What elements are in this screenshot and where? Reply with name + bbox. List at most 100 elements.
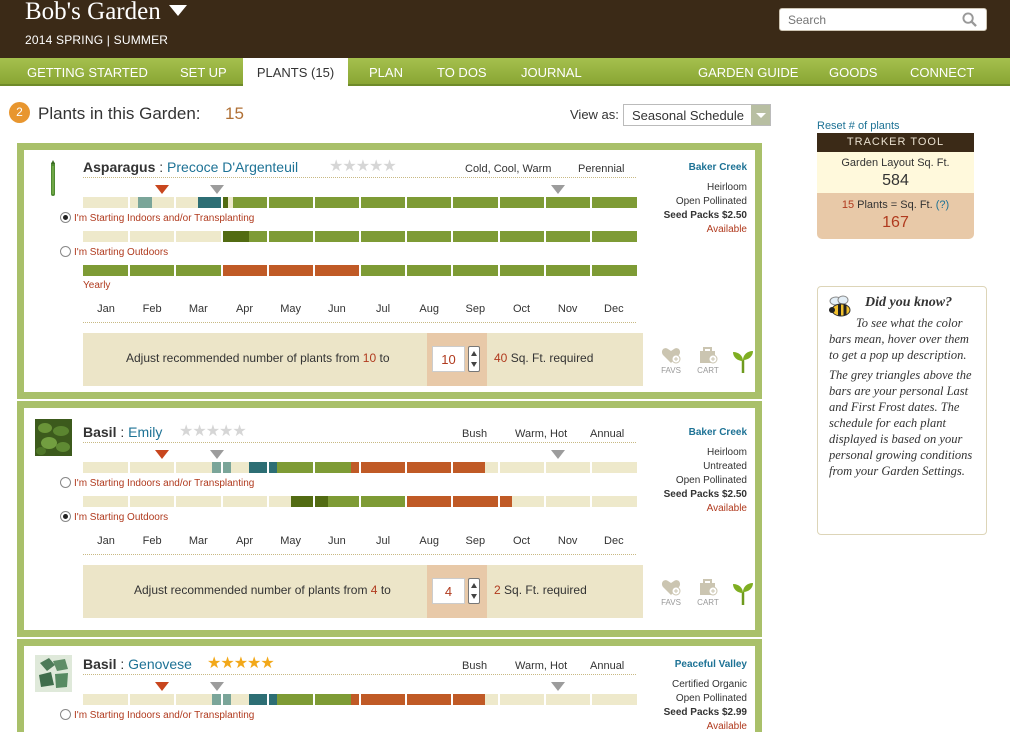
nav-journal[interactable]: JOURNAL bbox=[521, 58, 582, 86]
count-stepper-icon[interactable] bbox=[468, 346, 480, 372]
bar-segment-rust[interactable] bbox=[406, 496, 513, 507]
vendor-link[interactable]: Peaceful Valley bbox=[675, 659, 747, 670]
bar-segment-empty[interactable] bbox=[83, 694, 213, 705]
radio-outdoors[interactable] bbox=[60, 246, 71, 257]
nav-goods[interactable]: GOODS bbox=[829, 58, 877, 86]
bar-segment-dark-teal[interactable] bbox=[249, 694, 277, 705]
plant-count-input[interactable] bbox=[432, 346, 465, 372]
cart-button[interactable]: CART bbox=[695, 578, 721, 607]
bar-segment-dark-olive[interactable] bbox=[290, 496, 328, 507]
reset-plants-link[interactable]: Reset # of plants bbox=[817, 120, 900, 132]
bar-segment-rust[interactable] bbox=[350, 694, 485, 705]
month-gap bbox=[589, 231, 592, 242]
radio-outdoors[interactable] bbox=[60, 511, 71, 522]
plant-variety-link[interactable]: Genovese bbox=[128, 656, 192, 672]
rating-stars[interactable]: ★★★★★ bbox=[207, 656, 275, 672]
bar-segment-olive[interactable] bbox=[249, 231, 637, 242]
bar-segment-empty[interactable] bbox=[484, 462, 637, 473]
schedule-bar-outdoors[interactable] bbox=[83, 265, 637, 276]
nav-connect[interactable]: CONNECT bbox=[910, 58, 974, 86]
plant-variety-link[interactable]: Emily bbox=[128, 424, 162, 440]
bar-segment-empty[interactable] bbox=[83, 462, 213, 473]
bee-icon bbox=[829, 295, 851, 317]
sprout-icon[interactable] bbox=[731, 580, 755, 606]
schedule-bar-indoors[interactable] bbox=[83, 197, 637, 208]
month-gap bbox=[312, 462, 315, 473]
month-gap bbox=[128, 231, 131, 242]
caret-down-icon[interactable] bbox=[168, 5, 187, 16]
bar-segment-olive[interactable] bbox=[233, 197, 637, 208]
month-gap bbox=[451, 496, 454, 507]
bar-segment-olive[interactable] bbox=[327, 496, 407, 507]
search-box[interactable] bbox=[779, 8, 987, 31]
vendor-link[interactable]: Baker Creek bbox=[689, 427, 747, 438]
sprout-icon[interactable] bbox=[731, 348, 755, 374]
bar-segment-light-teal[interactable] bbox=[138, 197, 153, 208]
indoors-option[interactable]: I'm Starting Indoors and/or Transplantin… bbox=[60, 709, 254, 721]
outdoors-option[interactable]: I'm Starting Outdoors bbox=[60, 246, 168, 258]
radio-indoors[interactable] bbox=[60, 477, 71, 488]
divider bbox=[83, 322, 636, 323]
bar-segment-empty[interactable] bbox=[83, 496, 291, 507]
nav-plan[interactable]: PLAN bbox=[369, 58, 403, 86]
bar-segment-rust[interactable] bbox=[221, 265, 360, 276]
month-label: Sep bbox=[465, 303, 486, 315]
bar-segment-empty[interactable] bbox=[484, 694, 637, 705]
bar-segment-dark-teal[interactable] bbox=[198, 197, 222, 208]
schedule-bar-outdoors[interactable] bbox=[83, 496, 637, 507]
bar-segment-rust[interactable] bbox=[350, 462, 485, 473]
favs-button[interactable]: FAVS bbox=[658, 578, 684, 607]
plant-variety-link[interactable]: Precoce D'Argenteuil bbox=[167, 159, 298, 175]
month-label: Apr bbox=[235, 535, 254, 547]
schedule-bar-indoors[interactable] bbox=[83, 694, 637, 705]
indoors-option[interactable]: I'm Starting Indoors and/or Transplantin… bbox=[60, 212, 254, 224]
bar-segment-empty[interactable] bbox=[230, 694, 250, 705]
dyk-title: Did you know? bbox=[865, 295, 953, 310]
bar-segment-olive[interactable] bbox=[83, 265, 222, 276]
nav-garden-guide[interactable]: GARDEN GUIDE bbox=[698, 58, 798, 86]
schedule-bar-transplant[interactable] bbox=[83, 231, 637, 242]
last-frost-marker bbox=[155, 450, 169, 459]
nav-to-dos[interactable]: TO DOS bbox=[437, 58, 487, 86]
month-gap bbox=[266, 231, 269, 242]
month-label: May bbox=[280, 535, 302, 547]
bar-segment-empty[interactable] bbox=[512, 496, 637, 507]
month-gap bbox=[128, 694, 131, 705]
rating-stars[interactable]: ★★★★★ bbox=[329, 159, 397, 175]
favs-button[interactable]: FAVS bbox=[658, 346, 684, 375]
cart-button[interactable]: CART bbox=[695, 346, 721, 375]
bar-segment-empty[interactable] bbox=[230, 462, 250, 473]
nav-set-up[interactable]: SET UP bbox=[180, 58, 227, 86]
bar-segment-dark-olive[interactable] bbox=[221, 197, 229, 208]
search-icon[interactable] bbox=[962, 12, 977, 27]
bar-segment-dark-olive[interactable] bbox=[221, 231, 250, 242]
search-input[interactable] bbox=[788, 12, 948, 28]
view-as-select[interactable]: Seasonal Schedule bbox=[623, 104, 771, 126]
heart-icon bbox=[661, 580, 681, 596]
bar-segment-dark-teal[interactable] bbox=[249, 462, 277, 473]
month-gap bbox=[312, 496, 315, 507]
rating-stars[interactable]: ★★★★★ bbox=[179, 424, 247, 440]
month-gap bbox=[497, 694, 500, 705]
help-link[interactable]: (?) bbox=[936, 199, 949, 211]
outdoors-option[interactable]: I'm Starting Outdoors bbox=[60, 511, 168, 523]
nav-plants[interactable]: PLANTS (15) bbox=[243, 58, 348, 88]
month-label: Nov bbox=[557, 535, 578, 547]
garden-selector[interactable]: Bob's Garden bbox=[25, 0, 187, 24]
count-stepper-icon[interactable] bbox=[468, 578, 480, 604]
bar-segment-empty[interactable] bbox=[83, 231, 222, 242]
schedule-bar-indoors[interactable] bbox=[83, 462, 637, 473]
nav-getting-started[interactable]: GETTING STARTED bbox=[27, 58, 148, 86]
radio-indoors[interactable] bbox=[60, 709, 71, 720]
month-gap bbox=[128, 462, 131, 473]
indoors-option[interactable]: I'm Starting Indoors and/or Transplantin… bbox=[60, 477, 254, 489]
dropdown-arrow-icon[interactable] bbox=[751, 105, 770, 125]
month-gap bbox=[543, 231, 546, 242]
month-gap bbox=[174, 496, 177, 507]
radio-indoors[interactable] bbox=[60, 212, 71, 223]
plant-count-input[interactable] bbox=[432, 578, 465, 604]
month-gap bbox=[266, 462, 269, 473]
vendor-link[interactable]: Baker Creek bbox=[689, 162, 747, 173]
month-gap bbox=[174, 462, 177, 473]
month-label: Oct bbox=[512, 303, 531, 315]
